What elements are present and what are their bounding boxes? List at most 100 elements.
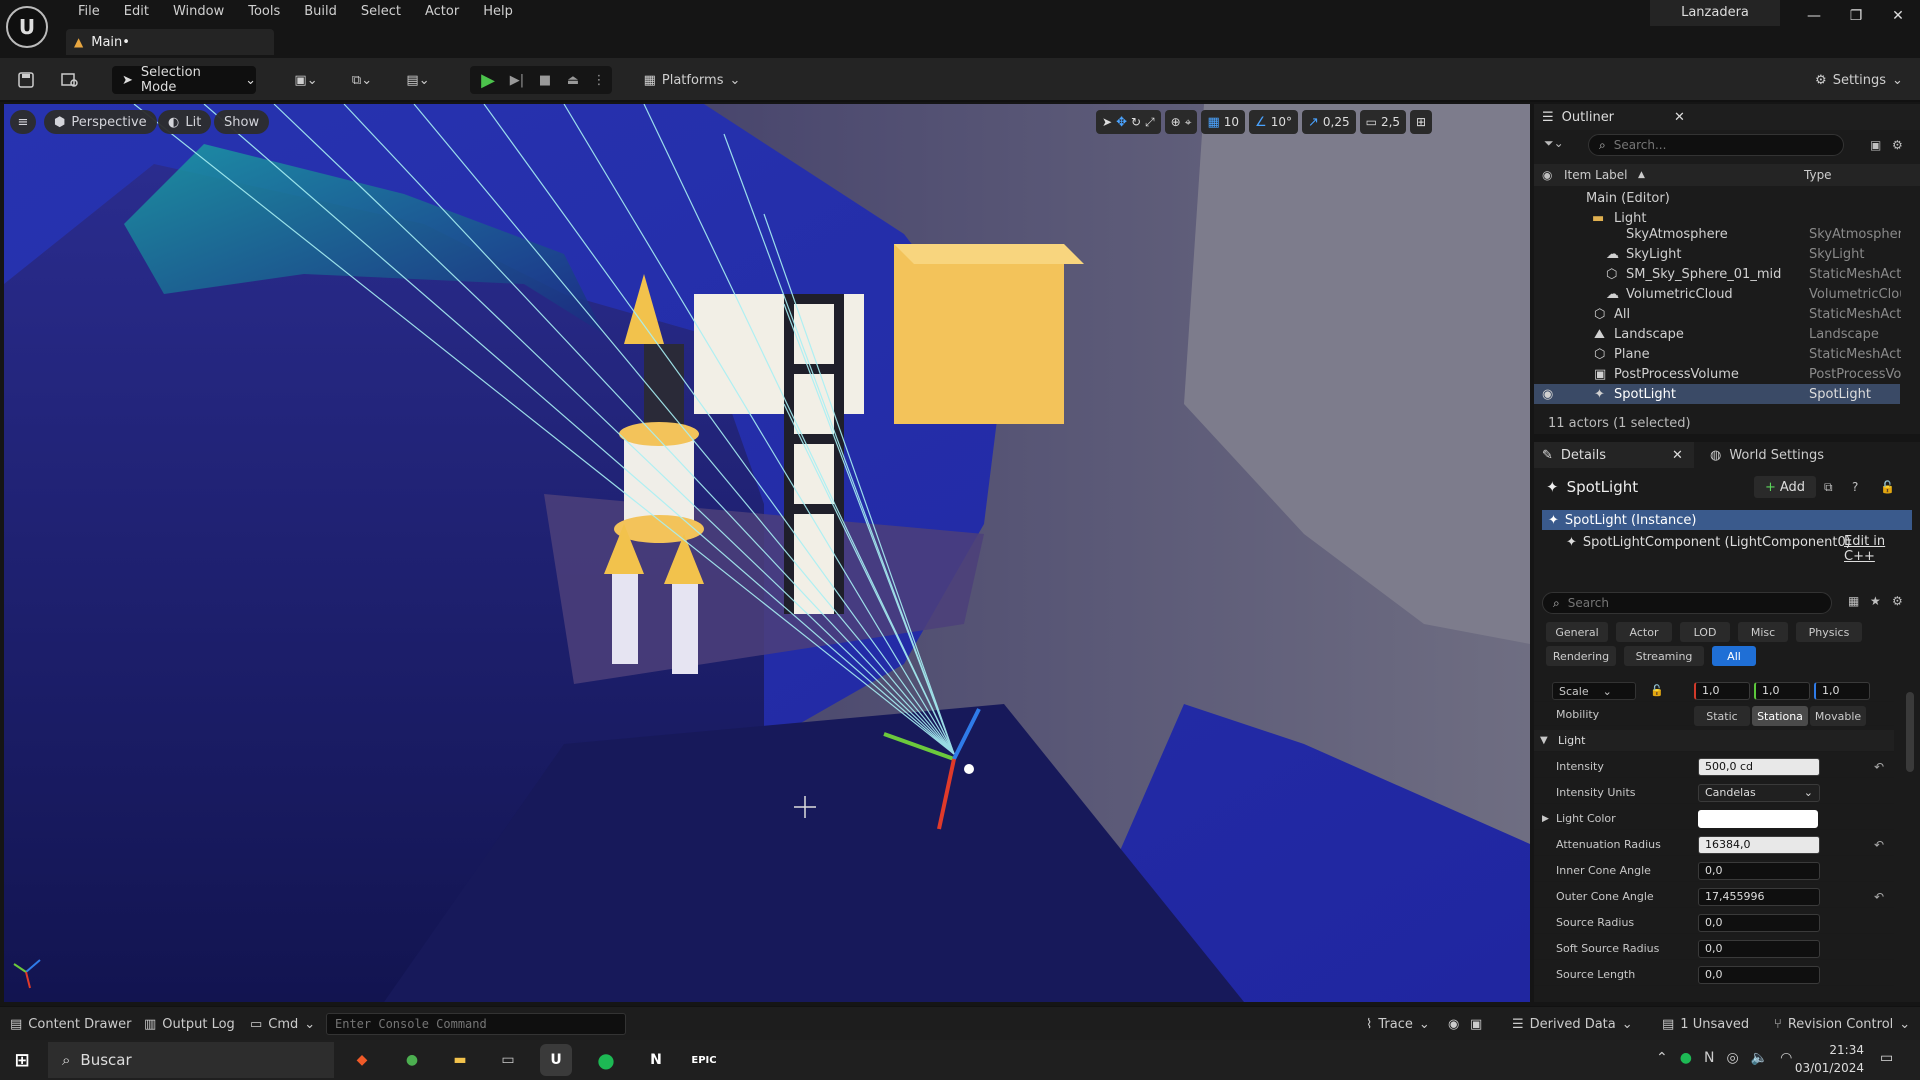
mobility-static[interactable]: Static [1694,706,1750,726]
scale-x-field[interactable]: 1,0 [1694,681,1750,700]
chrome-icon[interactable]: ● [396,1044,428,1076]
spotify-tray-icon[interactable]: ● [1680,1050,1692,1066]
category-streaming[interactable]: Streaming [1624,646,1704,666]
menu-build[interactable]: Build [292,3,349,23]
content-drawer-button[interactable]: ▤ Content Drawer [10,1007,131,1041]
source-radius-field[interactable]: 0,0 [1698,913,1820,932]
scale-snap[interactable]: ↗ 0,25 [1301,110,1356,134]
col-item-label[interactable]: Item Label [1564,168,1628,182]
cinematics-icon[interactable]: ▤⌄ [398,66,438,94]
list-item[interactable]: SkyAtmosphere SkyAtmosphere [1534,224,1901,244]
play-options-icon[interactable]: ⋮ [590,66,608,94]
grid-snap[interactable]: ▦ 10 [1201,110,1246,134]
platforms-button[interactable]: ▦ Platforms ⌄ [642,66,742,94]
clock-date[interactable]: 03/01/2024 [1790,1061,1864,1075]
cmd-dropdown[interactable]: ▭ Cmd ⌄ [250,1007,315,1041]
unreal-taskbar-icon[interactable]: U [540,1044,572,1076]
level-tab[interactable]: ▲ Main• [66,29,274,55]
list-item[interactable]: Main (Editor) [1534,188,1894,208]
epic-games-icon[interactable]: EPIC [688,1044,720,1076]
windows-start-icon[interactable]: ⊞ [6,1044,38,1076]
list-item[interactable]: ⬡AllStaticMeshActor [1534,304,1901,324]
details-search[interactable]: ⌕ [1542,592,1832,614]
notion-tray-icon[interactable]: N [1704,1050,1714,1066]
move-icon[interactable]: ✥ [1116,115,1127,130]
chevron-up-icon[interactable]: ⌃ [1656,1050,1668,1066]
category-lod[interactable]: LOD [1680,622,1730,642]
show-button[interactable]: Show [214,110,270,134]
revision-control-dropdown[interactable]: ⑂ Revision Control ⌄ [1774,1007,1910,1041]
derived-data-dropdown[interactable]: ☰ Derived Data ⌄ [1512,1007,1633,1041]
scale-z-field[interactable]: 1,0 [1814,681,1870,700]
play-icon[interactable]: ▶ [474,66,502,94]
discord-icon[interactable]: ◎ [1726,1050,1738,1066]
list-item[interactable]: ⬡SM_Sky_Sphere_01_midStaticMeshActor [1534,264,1901,284]
outer-cone-field[interactable]: 17,455996 [1698,887,1820,906]
restore-icon[interactable]: ❐ [1838,4,1874,28]
lock-icon[interactable]: 🔓 [1880,480,1895,494]
outliner-search-input[interactable] [1613,138,1814,152]
rotation-snap[interactable]: ∠ 10° [1249,110,1298,134]
scale-dropdown[interactable]: Scale ⌄ [1552,682,1636,700]
category-rendering[interactable]: Rendering [1546,646,1616,666]
category-all[interactable]: All [1712,646,1756,666]
taskbar-search[interactable]: ⌕ Buscar [48,1042,334,1078]
notion-icon[interactable]: N [640,1044,672,1076]
soft-source-radius-field[interactable]: 0,0 [1698,939,1820,958]
browse-icon[interactable] [58,66,82,94]
mobility-stationary[interactable]: Stationa [1752,706,1808,726]
viewport-options-icon[interactable]: ≡ [10,110,36,134]
console-input[interactable] [327,1014,617,1034]
edit-cpp-link[interactable]: Edit in C++ [1844,534,1920,564]
category-physics[interactable]: Physics [1796,622,1862,642]
world-icon[interactable]: ⊕ [1171,115,1181,129]
close-icon[interactable]: ✕ [1880,4,1916,28]
intensity-units-dropdown[interactable]: Candelas ⌄ [1698,783,1820,802]
details-tab[interactable]: ✎ Details ✕ [1534,442,1694,468]
blueprint-icon[interactable]: ⧉⌄ [344,66,380,94]
light-color-swatch[interactable] [1698,809,1818,828]
lit-button[interactable]: ◐ Lit [158,110,212,134]
camera-speed[interactable]: ▭ 2,5 [1359,110,1407,134]
rotate-icon[interactable]: ↻ [1131,115,1141,129]
add-actor-icon[interactable]: ▣⌄ [288,66,324,94]
notification-icon[interactable]: ▭ [1880,1050,1893,1066]
table-view-icon[interactable]: ▦ [1848,594,1859,608]
world-settings-tab[interactable]: ◍ World Settings [1702,442,1862,468]
intensity-field[interactable]: 500,0 cd [1698,757,1820,776]
source-length-field[interactable]: 0,0 [1698,965,1820,984]
reset-icon[interactable]: ↶ [1874,760,1884,774]
menu-edit[interactable]: Edit [112,3,161,23]
level-viewport[interactable]: ≡ ⬢ Perspective ◐ Lit Show ➤ ✥ ↻ ⤢ ⊕ ⌖ ▦ 10 ∠… [4,104,1530,1002]
brave-icon[interactable]: ◆ [346,1044,378,1076]
menu-window[interactable]: Window [161,3,236,23]
visibility-icon[interactable]: ◉ [1542,387,1553,402]
minimize-icon[interactable]: — [1796,4,1832,28]
category-general[interactable]: General [1546,622,1608,642]
stop-icon[interactable]: ■ [532,66,558,94]
terminal-icon[interactable]: ▭ [492,1044,524,1076]
save-icon[interactable] [14,66,38,94]
add-folder-icon[interactable]: ▣ [1870,138,1881,152]
coordinate-tools[interactable]: ⊕ ⌖ [1164,110,1198,134]
category-misc[interactable]: Misc [1738,622,1788,642]
list-item[interactable]: ▣PostProcessVolumePostProcessVolume [1534,364,1901,384]
trace-dropdown[interactable]: ⌇ Trace ⌄ [1366,1007,1430,1041]
menu-help[interactable]: Help [471,3,525,23]
details-scrollbar[interactable] [1906,692,1914,772]
gear-icon[interactable]: ⚙ [1892,594,1903,608]
outliner-tab[interactable]: ☰ Outliner ✕ [1534,104,1920,130]
add-component-button[interactable]: + Add [1754,476,1816,498]
eject-icon[interactable]: ⏏ [560,66,586,94]
close-icon[interactable]: ✕ [1674,110,1685,125]
instance-row[interactable]: ✦ SpotLight (Instance) [1542,510,1912,530]
perspective-button[interactable]: ⬢ Perspective [44,110,157,134]
list-item[interactable]: ☁ SkyLight SkyLight [1534,244,1894,264]
file-explorer-icon[interactable]: ▬ [444,1044,476,1076]
settings-button[interactable]: ⚙ Settings ⌄ [1812,66,1906,94]
inner-cone-field[interactable]: 0,0 [1698,861,1820,880]
scale-icon[interactable]: ⤢ [1145,115,1155,130]
section-light[interactable]: ▼ Light [1534,730,1894,752]
outliner-search[interactable]: ⌕ [1588,134,1844,156]
chevron-right-icon[interactable]: ▶ [1542,814,1549,824]
